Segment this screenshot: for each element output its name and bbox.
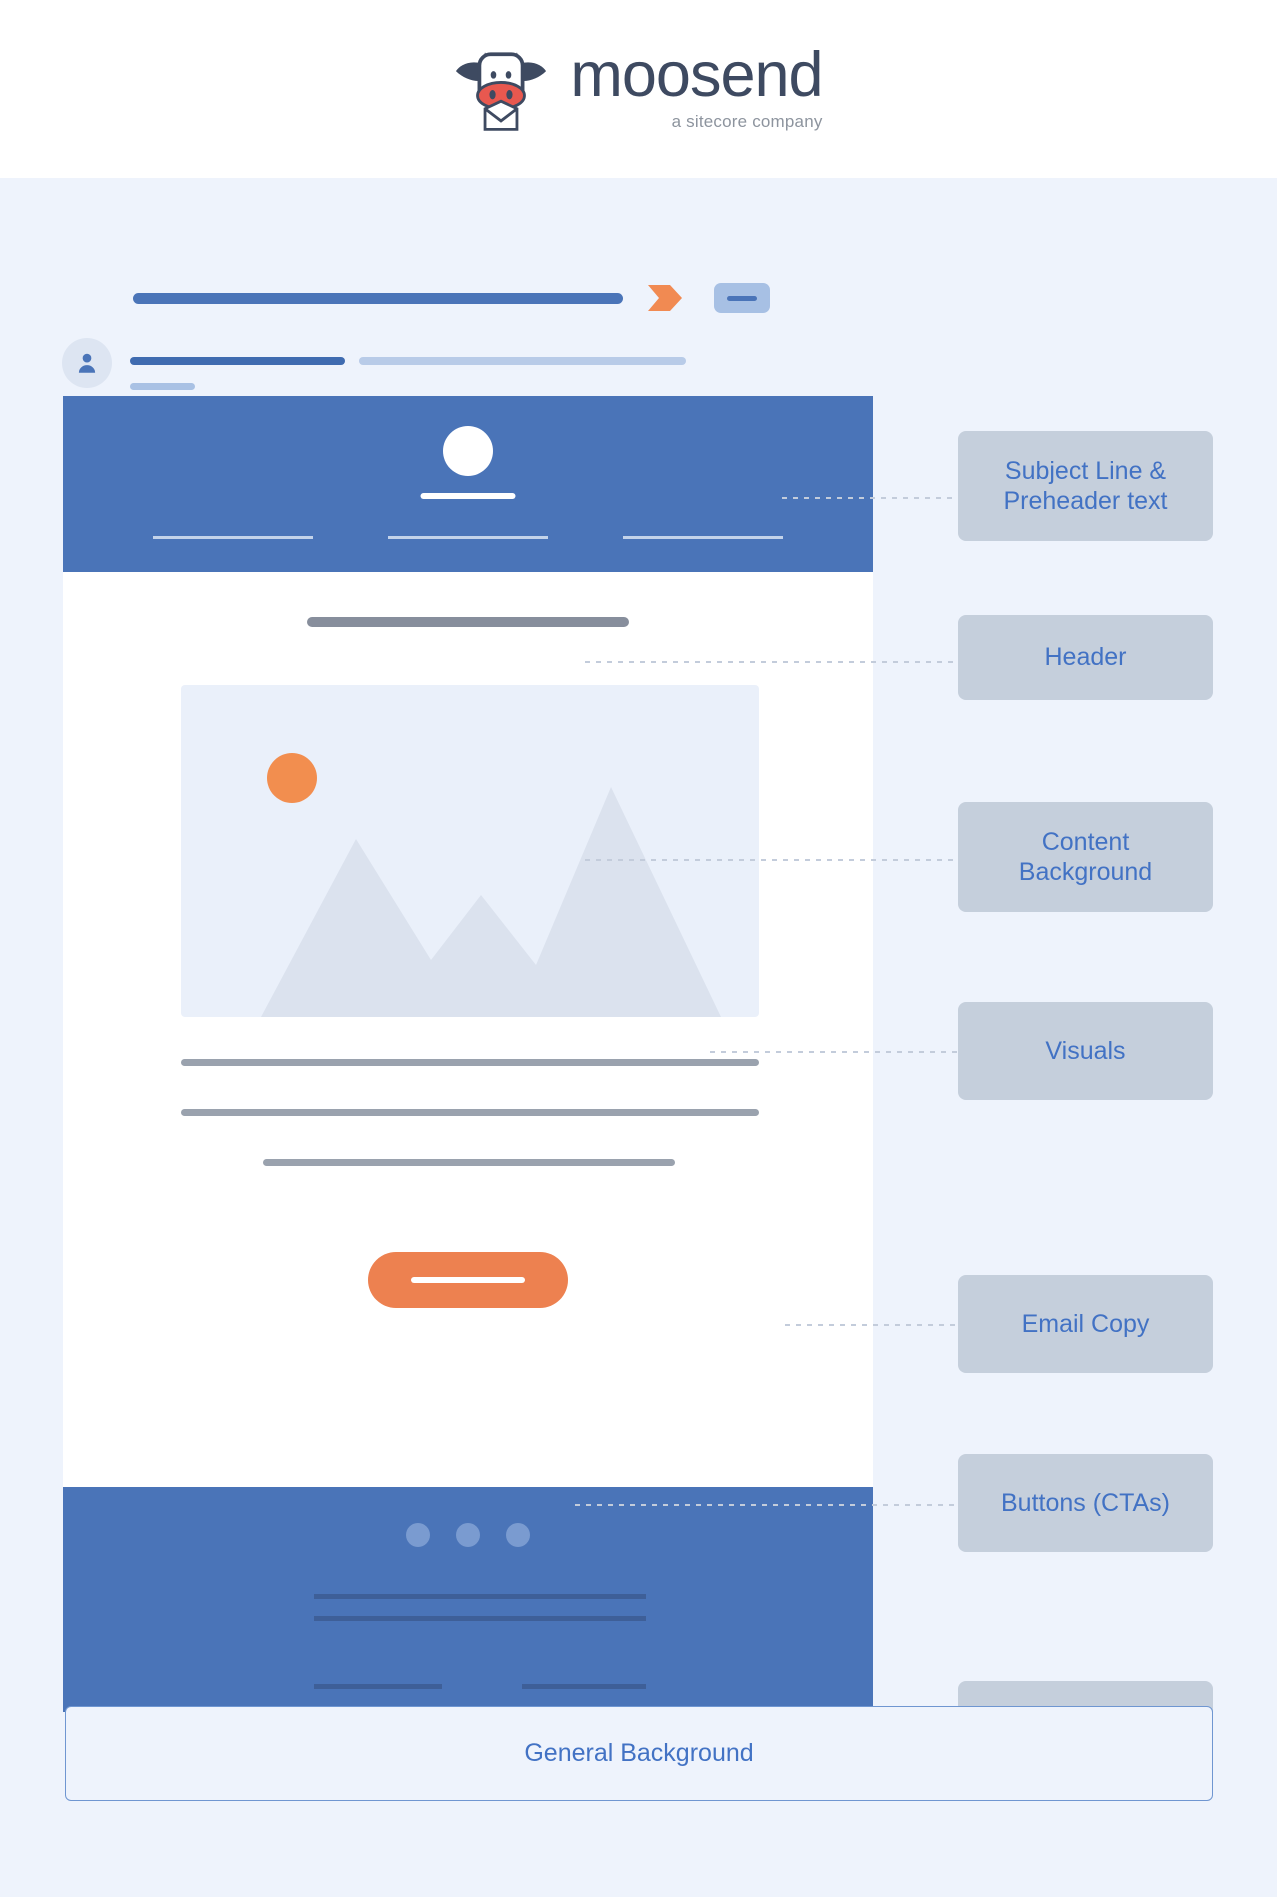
email-copy-line [263, 1159, 675, 1166]
subject-line-placeholder [133, 292, 623, 304]
primary-cta-button[interactable] [368, 1252, 568, 1308]
footer-text-line [314, 1594, 646, 1599]
annotation-subject-line[interactable]: Subject Line & Preheader text [958, 431, 1213, 541]
connector-buttons [575, 1504, 958, 1506]
diagram-canvas: Subject Line & Preheader text Header Cont… [0, 178, 1277, 1897]
brand-name-placeholder [420, 493, 516, 499]
annotation-buttons-ctas[interactable]: Buttons (CTAs) [958, 1454, 1213, 1552]
footer-text-line [314, 1616, 646, 1621]
brand-tagline: a sitecore company [671, 111, 823, 131]
email-content-background[interactable] [63, 572, 873, 1487]
brand-name: moosend [570, 40, 823, 111]
social-icon[interactable] [456, 1523, 480, 1547]
connector-subject [782, 497, 958, 499]
nav-link-placeholder[interactable] [388, 536, 548, 539]
annotation-header[interactable]: Header [958, 615, 1213, 700]
nav-link-placeholder[interactable] [623, 536, 783, 539]
annotation-label: Visuals [1045, 1036, 1126, 1065]
preheader-text-placeholder [359, 357, 686, 365]
cow-envelope-logo-icon [456, 52, 547, 131]
annotation-label: Subject Line & Preheader text [1003, 456, 1168, 516]
footer-link-placeholder[interactable] [314, 1684, 442, 1689]
annotation-content-background[interactable]: Content Background [958, 802, 1213, 912]
annotation-visuals[interactable]: Visuals [958, 1002, 1213, 1100]
page-root: moosend a sitecore company Subject Line … [0, 0, 1277, 1897]
person-avatar-icon [78, 353, 96, 373]
social-icon[interactable] [406, 1523, 430, 1547]
sender-meta-placeholder [130, 383, 195, 390]
inbox-sender-row [62, 338, 762, 398]
mini-action-button[interactable] [714, 283, 770, 313]
sender-name-placeholder [130, 357, 345, 365]
connector-header [585, 661, 958, 663]
annotation-label: Email Copy [1021, 1309, 1150, 1338]
mountain-range-icon [261, 787, 721, 1017]
annotation-label: Header [1044, 643, 1127, 672]
email-copy-line [181, 1109, 759, 1116]
inbox-subject-row [133, 283, 773, 313]
email-nav-row [63, 536, 873, 539]
connector-visuals [710, 1051, 958, 1053]
headline-placeholder [307, 617, 629, 627]
visual-image-placeholder[interactable] [181, 685, 759, 1017]
mini-button-label-placeholder [727, 295, 757, 301]
avatar [62, 338, 112, 388]
connector-copy [785, 1324, 958, 1326]
email-mockup [63, 396, 873, 1712]
connector-content [585, 859, 958, 861]
brand-wordmark: moosend a sitecore company [570, 40, 823, 132]
annotation-email-copy[interactable]: Email Copy [958, 1275, 1213, 1373]
brand-circle-logo [443, 426, 493, 476]
social-icon[interactable] [506, 1523, 530, 1547]
footer-link-placeholder[interactable] [522, 1684, 646, 1689]
email-header-section[interactable] [63, 396, 873, 572]
general-background-box[interactable]: General Background [65, 1706, 1213, 1801]
cta-label-placeholder [411, 1277, 525, 1283]
annotation-label: Content Background [1018, 827, 1153, 887]
email-copy-line [181, 1059, 759, 1066]
nav-link-placeholder[interactable] [153, 536, 313, 539]
general-background-label: General Background [524, 1739, 754, 1767]
brand-header-bar: moosend a sitecore company [0, 0, 1277, 178]
orange-flag-chevron-icon[interactable] [644, 277, 686, 319]
annotation-label: Buttons (CTAs) [1000, 1488, 1171, 1517]
social-icons-row [63, 1523, 873, 1547]
email-footer-section[interactable] [63, 1487, 873, 1712]
